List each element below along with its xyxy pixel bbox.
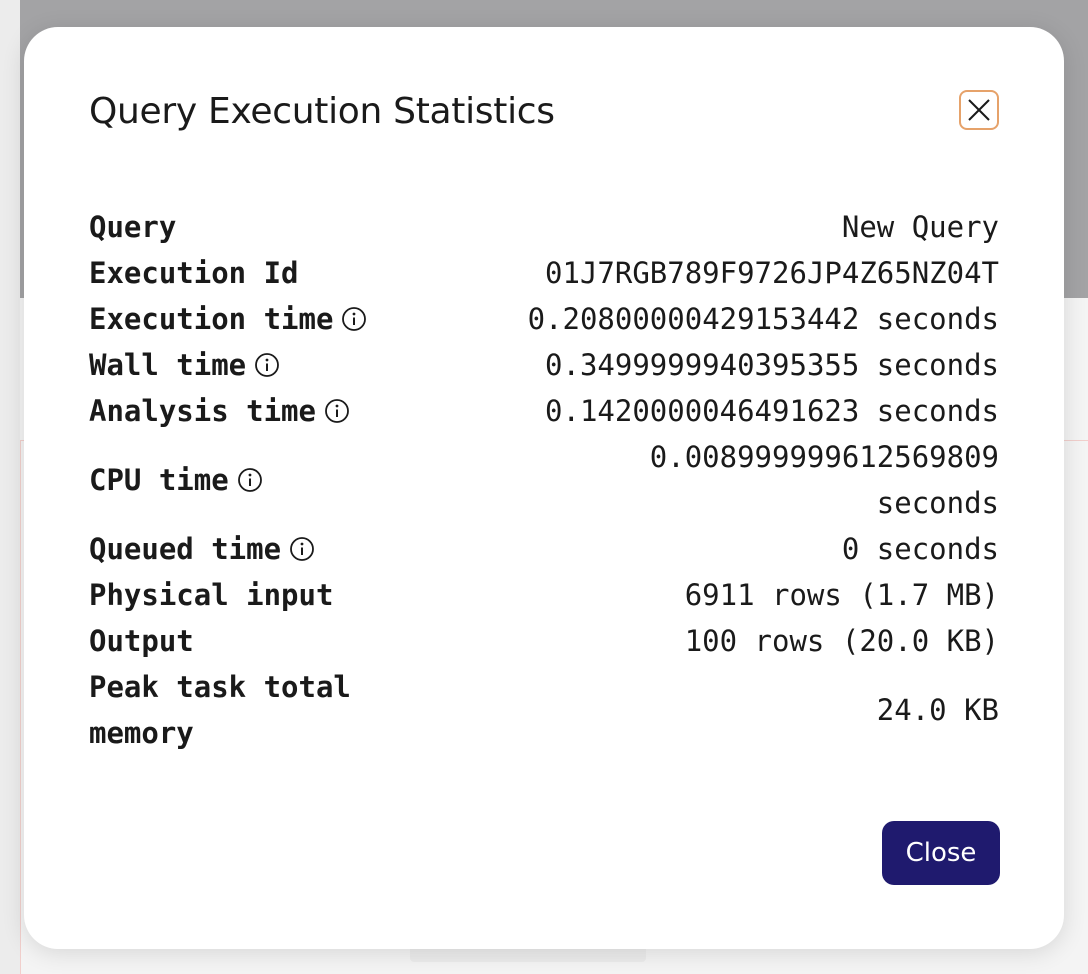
stat-row-peak-memory: Peak task total memory 24.0 KB (89, 664, 999, 756)
stat-value: 0.3499999940395355 seconds (545, 348, 999, 382)
background-divider-vertical (20, 440, 21, 974)
stat-row-analysis-time: Analysis time 0.1420000046491623 seconds (89, 388, 999, 434)
query-stats-dialog: Query Execution Statistics Query New Que… (24, 27, 1064, 949)
info-icon[interactable] (237, 467, 263, 493)
info-icon[interactable] (324, 398, 350, 424)
close-button[interactable]: Close (882, 821, 1000, 885)
stat-row-cpu-time: CPU time 0.008999999612569809 seconds (89, 434, 999, 526)
info-icon[interactable] (289, 536, 315, 562)
dialog-title: Query Execution Statistics (89, 91, 555, 132)
stat-label: Execution Id (89, 256, 299, 290)
stats-list: Query New Query Execution Id 01J7RGB789F… (89, 204, 999, 756)
stat-label: Peak task total memory (89, 670, 351, 750)
stat-value: New Query (841, 210, 999, 244)
stat-row-query: Query New Query (89, 204, 999, 250)
stat-label: Execution time (89, 296, 367, 342)
stat-value: 0.008999999612569809 seconds (649, 440, 999, 520)
stat-row-wall-time: Wall time 0.3499999940395355 seconds (89, 342, 999, 388)
stat-row-queued-time: Queued time 0 seconds (89, 526, 999, 572)
stat-label: Query (89, 210, 177, 244)
stat-row-output: Output 100 rows (20.0 KB) (89, 618, 999, 664)
stat-row-physical-input: Physical input 6911 rows (1.7 MB) (89, 572, 999, 618)
stat-value: 6911 rows (1.7 MB) (684, 578, 999, 612)
stat-label: Output (89, 624, 194, 658)
stat-label: CPU time (89, 457, 263, 503)
info-icon[interactable] (341, 306, 367, 332)
background-app-edge (0, 0, 20, 974)
stat-label: Queued time (89, 526, 315, 572)
stat-value: 0.20800000429153442 seconds (527, 302, 999, 336)
stat-value: 0.1420000046491623 seconds (545, 394, 999, 428)
close-icon (966, 97, 992, 123)
info-icon[interactable] (254, 352, 280, 378)
stat-label: Wall time (89, 342, 280, 388)
stat-value: 100 rows (20.0 KB) (684, 624, 999, 658)
stat-value: 01J7RGB789F9726JP4Z65NZ04T (545, 256, 999, 290)
stat-row-execution-time: Execution time 0.20800000429153442 secon… (89, 296, 999, 342)
stat-value: 0 seconds (841, 532, 999, 566)
stat-row-execution-id: Execution Id 01J7RGB789F9726JP4Z65NZ04T (89, 250, 999, 296)
stat-value: 24.0 KB (876, 693, 999, 727)
close-icon-button[interactable] (959, 90, 999, 130)
stat-label: Physical input (89, 578, 334, 612)
stat-label: Analysis time (89, 388, 350, 434)
